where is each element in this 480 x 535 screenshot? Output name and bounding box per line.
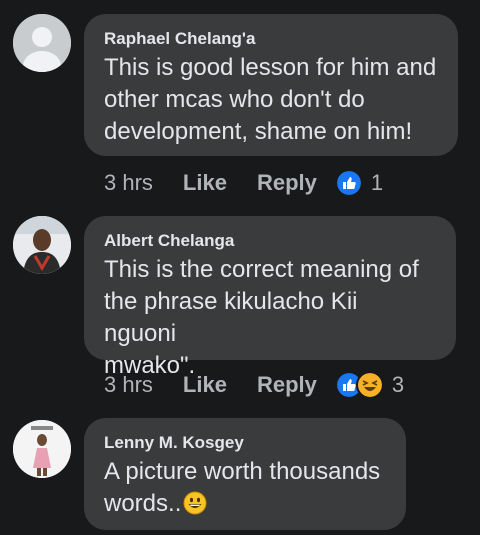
reply-button[interactable]: Reply (257, 372, 317, 398)
comment-author[interactable]: Lenny M. Kosgey (104, 432, 386, 454)
avatar-default[interactable] (13, 14, 71, 72)
haha-reaction-icon (355, 371, 384, 399)
like-button[interactable]: Like (183, 170, 227, 196)
comment-text: This is the correct meaning of the phras… (104, 256, 419, 379)
comment-bubble: Raphael Chelang'a This is good lesson fo… (84, 14, 458, 156)
like-button[interactable]: Like (183, 372, 227, 398)
comment-bubble: Albert Chelanga This is the correct mean… (84, 216, 456, 379)
comment-timestamp[interactable]: 3 hrs (104, 372, 153, 398)
profile-photo-icon (13, 216, 71, 274)
avatar-lenny[interactable] (13, 420, 71, 478)
like-reaction-icon (334, 169, 363, 197)
comment-author[interactable]: Raphael Chelang'a (104, 28, 438, 50)
comment-timestamp[interactable]: 3 hrs (104, 170, 153, 196)
reply-button[interactable]: Reply (257, 170, 317, 196)
profile-photo-icon (13, 420, 71, 478)
default-avatar-icon (13, 14, 71, 72)
comment-actions: 3 hrs Like Reply 1 (104, 168, 383, 198)
comment-text-content: A picture worth thousands words.. (104, 458, 381, 517)
reactions[interactable] (334, 371, 384, 399)
comment-actions: 3 hrs Like Reply 3 (104, 370, 404, 400)
avatar-albert[interactable] (13, 216, 71, 274)
comment-author[interactable]: Albert Chelanga (104, 230, 436, 252)
comment-bubble: Lenny M. Kosgey A picture worth thousand… (84, 418, 406, 530)
comment-text: A picture worth thousands words.. (104, 456, 386, 520)
comment-text: This is good lesson for him and other mc… (104, 54, 437, 145)
grinning-face-icon (183, 491, 207, 515)
reaction-count[interactable]: 3 (392, 372, 404, 398)
reaction-count[interactable]: 1 (371, 170, 383, 196)
reactions[interactable] (334, 169, 363, 197)
